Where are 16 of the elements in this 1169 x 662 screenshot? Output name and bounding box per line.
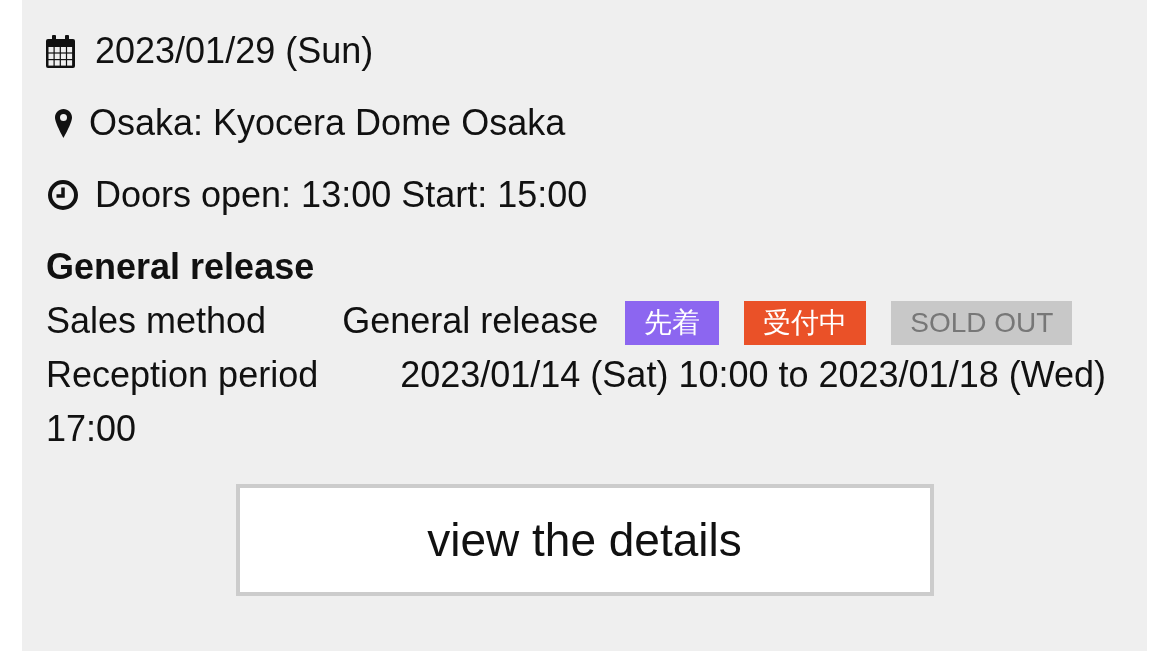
field-value: 17:00 (46, 408, 137, 449)
clock-icon (48, 180, 78, 210)
field-value: 2023/01/14 (Sat) 10:00 to 2023/01/18 (Wed) (400, 354, 1107, 395)
calendar-icon (46, 34, 75, 68)
tag: SOLD OUT (891, 301, 1073, 346)
time-text: Doors open: 13:00 Start: 15:00 (95, 173, 588, 217)
field-label: Reception period (46, 354, 319, 395)
event-date: 2023/01/29 (Sun) (95, 29, 374, 73)
tag: 先着 (625, 301, 720, 346)
section-heading: General release (46, 245, 315, 289)
map-pin-icon (55, 108, 72, 138)
tag: 受付中 (744, 301, 867, 346)
details-button[interactable]: view the details (235, 484, 934, 596)
venue-text: Osaka: Kyocera Dome Osaka (89, 101, 566, 145)
field-label: Sales method (46, 300, 267, 341)
field-value: General release (342, 300, 599, 341)
